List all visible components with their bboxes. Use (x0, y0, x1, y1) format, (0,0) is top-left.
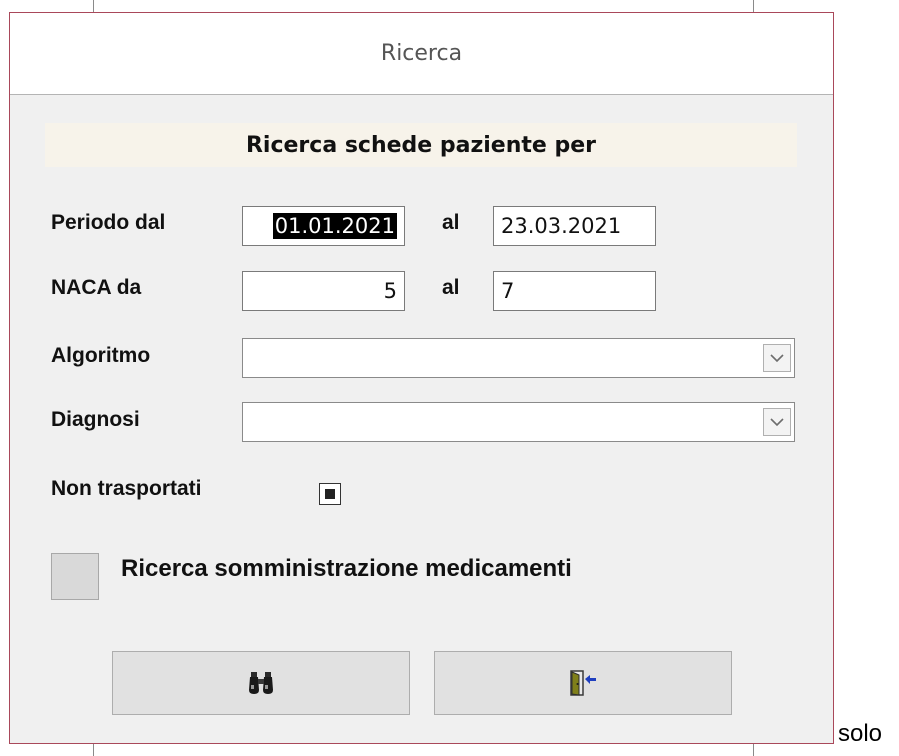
naca-from-field[interactable]: 5 (242, 271, 405, 311)
diagnosi-label: Diagnosi (51, 408, 140, 431)
naca-to-field[interactable]: 7 (493, 271, 656, 311)
guide-line-left-bottom (93, 744, 94, 756)
guide-line-right-top (753, 0, 754, 12)
medicamenti-checkbox[interactable] (51, 553, 99, 600)
chevron-down-icon (770, 353, 784, 362)
algoritmo-select[interactable] (242, 338, 795, 378)
non-trasportati-checkbox[interactable] (319, 483, 341, 505)
naca-to-label: al (442, 276, 460, 299)
algoritmo-dropdown-button[interactable] (763, 344, 791, 372)
chevron-down-icon (770, 417, 784, 426)
naca-label: NACA da (51, 276, 142, 299)
period-from-field[interactable]: 01.01.2021 (242, 206, 405, 246)
search-dialog: Ricerca Ricerca schede paziente per Peri… (9, 12, 834, 744)
diagnosi-select[interactable] (242, 402, 795, 442)
medicamenti-label: Ricerca somministrazione medicamenti (121, 555, 572, 582)
guide-line-right-bottom (753, 744, 754, 756)
trailing-text: solo (838, 720, 883, 747)
period-to-field[interactable]: 23.03.2021 (493, 206, 656, 246)
guide-line-left-top (93, 0, 94, 12)
binoculars-icon (249, 672, 273, 694)
diagnosi-dropdown-button[interactable] (763, 408, 791, 436)
search-button[interactable] (112, 651, 410, 715)
algoritmo-label: Algoritmo (51, 344, 151, 367)
exit-button[interactable] (434, 651, 732, 715)
checkbox-indeterminate-mark (325, 489, 335, 499)
period-to-label: al (442, 211, 460, 234)
non-trasportati-label: Non trasportati (51, 477, 202, 500)
search-heading: Ricerca schede paziente per (45, 123, 797, 167)
exit-door-icon (570, 670, 596, 696)
period-from-selected-value: 01.01.2021 (272, 213, 397, 239)
dialog-title: Ricerca (10, 13, 833, 95)
period-label: Periodo dal (51, 211, 166, 234)
